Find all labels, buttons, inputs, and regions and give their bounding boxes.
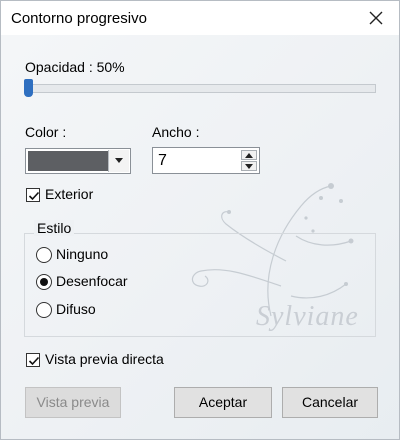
dialog-title: Contorno progresivo <box>11 10 147 27</box>
title-bar: Contorno progresivo <box>1 1 399 35</box>
color-picker[interactable] <box>25 148 131 174</box>
arrow-up-icon <box>245 153 253 158</box>
opacity-label: Opacidad : 50% <box>25 59 125 75</box>
color-swatch <box>28 151 108 171</box>
radio-desenfocar[interactable] <box>36 274 52 290</box>
color-label: Color : <box>25 124 67 140</box>
opacity-slider-track[interactable] <box>26 84 376 93</box>
width-value[interactable]: 7 <box>158 152 167 170</box>
width-decrement-button[interactable] <box>241 161 257 171</box>
accept-button[interactable]: Aceptar <box>174 387 272 418</box>
preview-button[interactable]: Vista previa <box>25 387 121 418</box>
chevron-down-icon <box>115 158 123 163</box>
exterior-checkbox[interactable] <box>26 188 40 202</box>
radio-ninguno[interactable] <box>36 247 52 263</box>
checkmark-icon <box>28 356 40 366</box>
radio-desenfocar-label[interactable]: Desenfocar <box>56 273 128 289</box>
close-icon <box>369 11 383 25</box>
radio-selected-dot <box>40 278 48 286</box>
checkmark-icon <box>28 191 40 201</box>
preview-direct-label[interactable]: Vista previa directa <box>45 351 164 367</box>
arrow-down-icon <box>245 164 253 169</box>
preview-direct-checkbox[interactable] <box>26 353 40 367</box>
width-label: Ancho : <box>152 124 200 140</box>
dialog-window: Contorno progresivo Sylviane Opacidad : … <box>0 0 400 440</box>
width-stepper[interactable]: 7 <box>152 147 260 174</box>
cancel-button[interactable]: Cancelar <box>282 387 378 418</box>
opacity-slider-thumb[interactable] <box>24 79 33 97</box>
exterior-label[interactable]: Exterior <box>45 186 93 202</box>
radio-ninguno-label[interactable]: Ninguno <box>56 246 108 262</box>
width-increment-button[interactable] <box>241 150 257 160</box>
radio-difuso-label[interactable]: Difuso <box>56 301 96 317</box>
style-group-title: Estilo <box>34 220 75 236</box>
radio-difuso[interactable] <box>36 302 52 318</box>
color-dropdown-button[interactable] <box>108 150 129 172</box>
close-button[interactable] <box>361 4 391 32</box>
